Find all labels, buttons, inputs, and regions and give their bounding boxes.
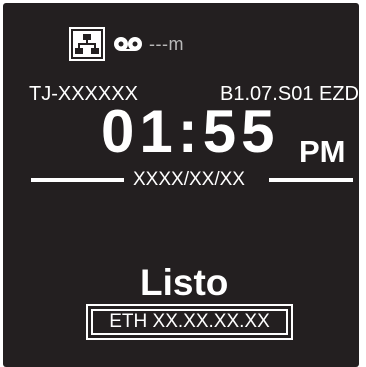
network-icon [69,27,105,61]
date-divider-left [31,178,124,182]
printer-lcd-screen: ---m TJ-XXXXXX B1.07.S01 EZD 01:55 PM XX… [3,3,359,367]
clock-time: 01:55 [101,98,280,165]
printer-status: Listo [140,262,229,303]
ip-address-box: ETH XX.XX.XX.XX [86,304,293,340]
status-bar: ---m [69,27,184,61]
clock-date: XXXX/XX/XX [133,169,245,190]
ip-address-frame: ETH XX.XX.XX.XX [91,309,288,335]
clock-period: PM [299,134,346,169]
date-divider-right [269,178,353,182]
ip-address: ETH XX.XX.XX.XX [109,311,270,332]
remaining-length: ---m [149,33,184,54]
tape-icon [114,37,142,51]
